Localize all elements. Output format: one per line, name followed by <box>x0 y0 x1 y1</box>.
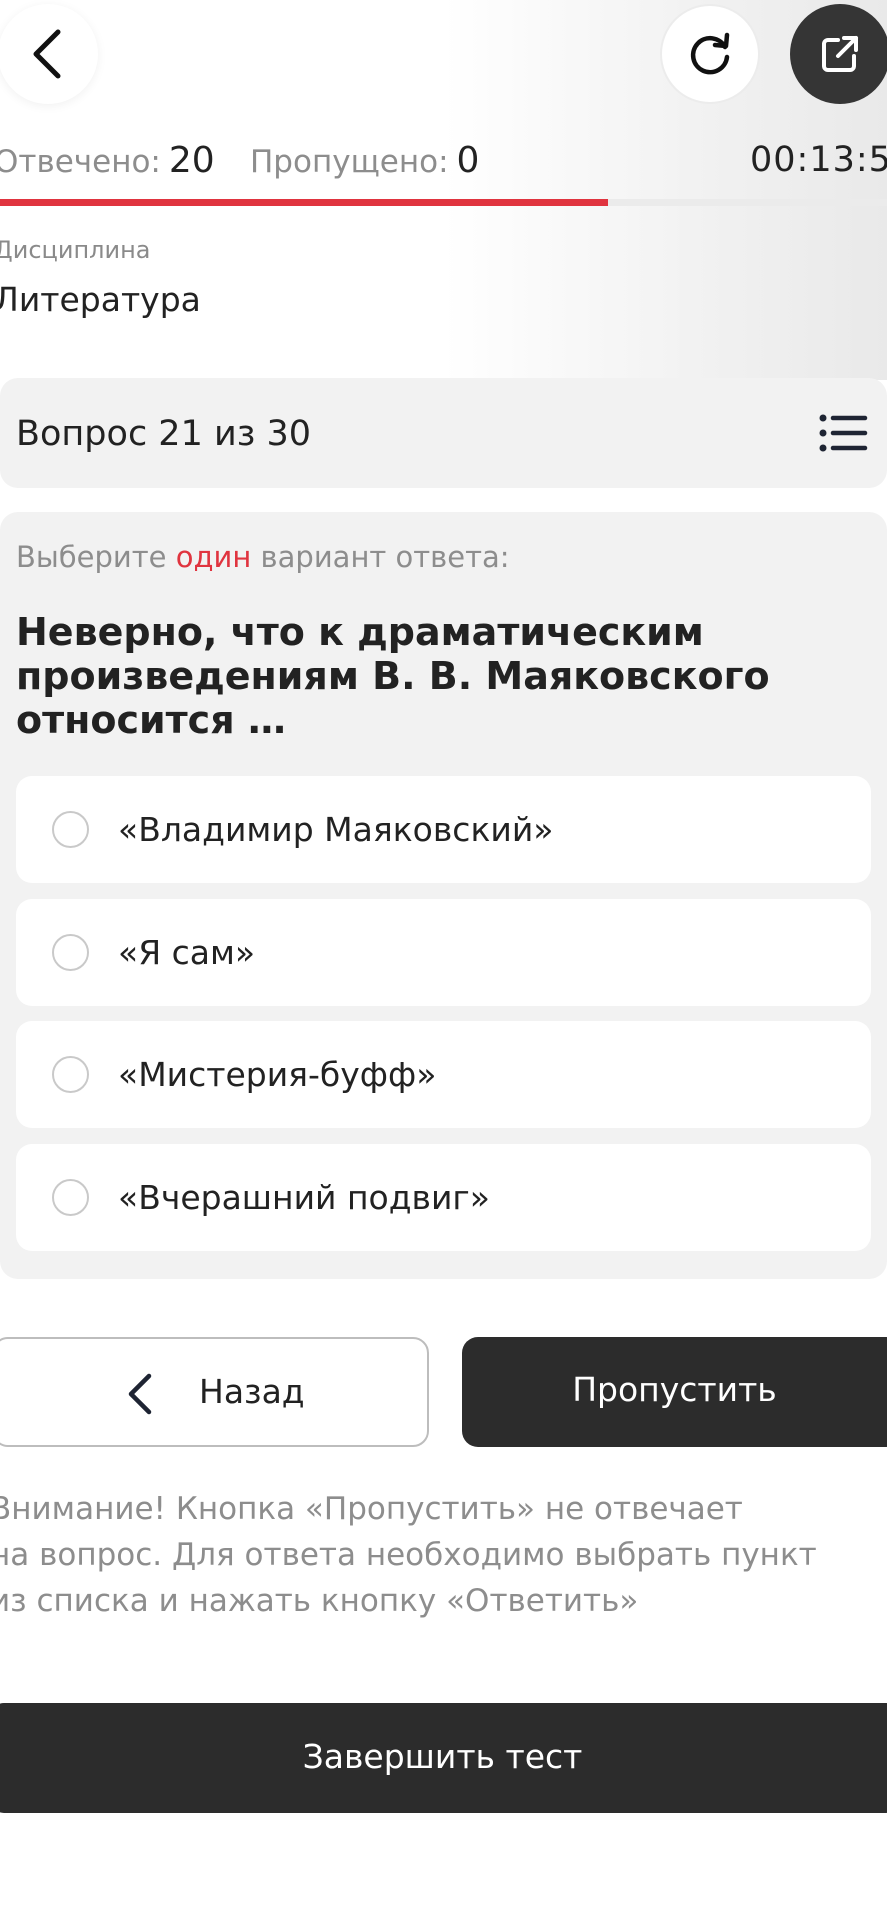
timer: 00:13:54 <box>750 140 887 180</box>
notice-line: Внимание! Кнопка «Пропустить» не отвечае… <box>0 1491 743 1527</box>
question-header: Вопрос 21 из 30 <box>0 378 887 488</box>
radio-button[interactable] <box>52 811 89 848</box>
answer-option-label: «Вчерашний подвиг» <box>118 1178 490 1217</box>
skipped-label: Пропущено: <box>250 144 449 180</box>
refresh-icon <box>690 32 730 75</box>
test-stats: Отвечено:20 Пропущено:0 00:13:54 <box>0 140 887 190</box>
finish-test-button[interactable]: Завершить тест <box>0 1703 887 1813</box>
answered-count: 20 <box>168 140 215 181</box>
radio-button[interactable] <box>52 934 89 971</box>
question-card: Выберите один вариант ответа: Неверно, ч… <box>0 512 887 1279</box>
answer-option-label: «Мистерия-буфф» <box>118 1055 437 1094</box>
question-text: Неверно, что к драматическим произведени… <box>16 610 770 742</box>
skip-label: Пропустить <box>572 1370 777 1409</box>
back-nav-button[interactable]: Назад <box>0 1337 429 1447</box>
finish-test-label: Завершить тест <box>302 1737 583 1776</box>
discipline-label: Дисциплина <box>0 236 151 264</box>
answer-option[interactable]: «Я сам» <box>16 899 871 1006</box>
instruction-accent: один <box>175 540 252 574</box>
refresh-button[interactable] <box>660 4 760 104</box>
answer-instruction: Выберите один вариант ответа: <box>16 540 510 574</box>
chevron-left-icon <box>128 1373 152 1415</box>
instruction-text: Выберите <box>16 540 176 574</box>
answer-option-label: «Владимир Маяковский» <box>118 810 554 849</box>
answered-stat: Отвечено: 20 <box>0 140 215 181</box>
radio-button[interactable] <box>52 1179 89 1216</box>
answer-option[interactable]: «Вчерашний подвиг» <box>16 1144 871 1251</box>
skip-button[interactable]: Пропустить <box>462 1337 887 1447</box>
radio-button[interactable] <box>52 1056 89 1093</box>
discipline-name: Литература <box>0 280 201 319</box>
question-counter: Вопрос 21 из 30 <box>16 414 311 454</box>
notice-line: из списка и нажать кнопку «Ответить» <box>0 1583 639 1619</box>
notice-line: на вопрос. Для ответа необходимо выбрать… <box>0 1537 817 1573</box>
open-external-button[interactable] <box>790 4 887 104</box>
progress-bar <box>0 199 887 206</box>
back-button[interactable] <box>0 4 98 104</box>
skipped-count: 0 <box>456 140 480 181</box>
back-nav-label: Назад <box>199 1372 305 1411</box>
chevron-left-icon <box>33 29 61 79</box>
instruction-text-end: вариант ответа: <box>251 540 510 574</box>
skipped-stat: Пропущено: 0 <box>250 140 479 181</box>
list-icon[interactable] <box>818 413 868 453</box>
answer-option[interactable]: «Владимир Маяковский» <box>16 776 871 883</box>
skip-notice: Внимание! Кнопка «Пропустить» не отвечае… <box>0 1486 870 1624</box>
answer-option[interactable]: «Мистерия-буфф» <box>16 1021 871 1128</box>
progress-bar-fill <box>0 199 608 206</box>
answer-option-label: «Я сам» <box>118 933 256 972</box>
answered-label: Отвечено: <box>0 144 161 180</box>
external-link-icon <box>822 36 858 72</box>
